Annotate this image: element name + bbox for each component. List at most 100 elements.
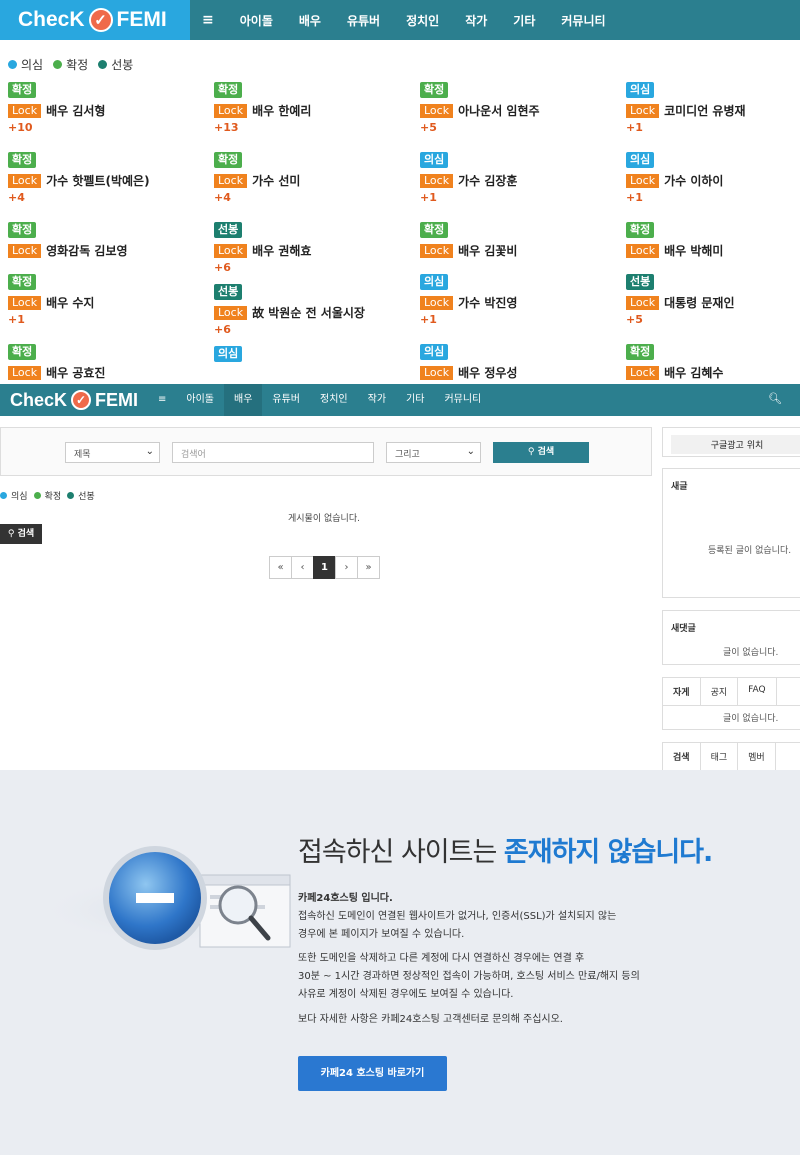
tab-members[interactable]: 멤버: [738, 743, 776, 770]
celebrity-name[interactable]: 배우 박해미: [664, 242, 723, 259]
celebrity-card[interactable]: 의심: [214, 342, 414, 362]
lock-tag: Lock: [8, 243, 42, 258]
widget-empty-message: 글이 없습니다.: [723, 714, 779, 724]
menu-icon[interactable]: ≡: [148, 384, 176, 416]
search-field-select[interactable]: 제목 ⌄: [65, 442, 160, 463]
menu-icon[interactable]: ≡: [202, 12, 214, 28]
search-toggle-label: 검색: [17, 529, 35, 539]
site-logo[interactable]: ChecK ✓ FEMI: [0, 0, 190, 40]
lock-tag: Lock: [626, 173, 660, 188]
card-title-row: Lock 배우 수지: [8, 294, 208, 311]
legend-label: 확정: [66, 58, 89, 72]
tab-faq[interactable]: FAQ: [738, 678, 777, 705]
celebrity-name[interactable]: 배우 김서형: [46, 102, 105, 119]
nav-writer[interactable]: 작가: [358, 384, 396, 416]
celebrity-card[interactable]: 확정 Lock 배우 김혜수: [626, 340, 800, 381]
nav-politician[interactable]: 정치인: [310, 384, 358, 416]
celebrity-name[interactable]: 배우 김꽃비: [458, 242, 517, 259]
nav-community[interactable]: 커뮤니티: [561, 12, 605, 29]
celebrity-name[interactable]: 배우 정우성: [458, 364, 517, 381]
pagination: « ‹ 1 › »: [269, 556, 380, 579]
celebrity-name[interactable]: 배우 권해효: [252, 242, 311, 259]
celebrity-card[interactable]: 선봉 Lock 배우 권해효 +6: [214, 218, 414, 274]
nav-actor[interactable]: 배우: [299, 12, 321, 29]
notice-title: 카페24호스팅 입니다.: [298, 893, 393, 904]
celebrity-name[interactable]: 코미디언 유병재: [664, 102, 745, 119]
celebrity-card[interactable]: 선봉 Lock 대통령 문재인 +5: [626, 270, 800, 326]
tab-free-board[interactable]: 자게: [663, 678, 701, 705]
cafe24-hosting-link-button[interactable]: 카페24 호스팅 바로가기: [298, 1056, 447, 1091]
nav-youtuber[interactable]: 유튜버: [262, 384, 310, 416]
card-title-row: Lock 가수 김장훈: [420, 172, 620, 189]
status-badge: 의심: [420, 344, 449, 360]
nav-actor[interactable]: 배우: [224, 384, 263, 416]
lock-tag: Lock: [8, 173, 42, 188]
celebrity-card[interactable]: 확정 Lock 배우 김서형 +10: [8, 78, 208, 134]
celebrity-name[interactable]: 배우 수지: [46, 294, 94, 311]
search-button[interactable]: ⚲ 검색: [493, 442, 589, 463]
search-icon[interactable]: 🔍︎: [768, 392, 782, 405]
celebrity-name[interactable]: 가수 핫펠트(박예은): [46, 172, 149, 189]
board-tabs: 자게 공지 FAQ: [663, 678, 800, 706]
celebrity-card[interactable]: 확정 Lock 배우 김꽃비: [420, 218, 620, 259]
celebrity-card[interactable]: 확정 Lock 영화감독 김보영: [8, 218, 208, 259]
celebrity-card[interactable]: 확정 Lock 가수 선미 +4: [214, 148, 414, 204]
celebrity-name[interactable]: 가수 이하이: [664, 172, 723, 189]
celebrity-card[interactable]: 의심 Lock 가수 김장훈 +1: [420, 148, 620, 204]
nav-writer[interactable]: 작가: [465, 12, 487, 29]
celebrity-card[interactable]: 확정 Lock 가수 핫펠트(박예은) +4: [8, 148, 208, 204]
first-page-button[interactable]: «: [269, 556, 292, 579]
celebrity-card[interactable]: 확정 Lock 배우 공효진: [8, 340, 208, 381]
celebrity-name[interactable]: 가수 선미: [252, 172, 300, 189]
vote-count: +1: [420, 191, 437, 204]
vote-count: +6: [214, 261, 231, 274]
search-input[interactable]: 검색어: [172, 442, 374, 463]
nav-politician[interactable]: 정치인: [406, 12, 439, 29]
celebrity-card[interactable]: 의심 Lock 가수 박진영 +1: [420, 270, 620, 326]
nav-youtuber[interactable]: 유튜버: [347, 12, 380, 29]
celebrity-name[interactable]: 대통령 문재인: [664, 294, 734, 311]
logo-text-right: FEMI: [116, 8, 167, 31]
search-toggle-button[interactable]: ⚲ 검색: [0, 524, 42, 544]
lock-tag: Lock: [626, 243, 660, 258]
celebrity-card[interactable]: 선봉 Lock 故 박원순 전 서울시장 +6: [214, 280, 414, 336]
celebrity-card[interactable]: 확정 Lock 배우 한예리 +13: [214, 78, 414, 134]
nav-idol[interactable]: 아이돌: [240, 12, 273, 29]
vote-count: +1: [626, 191, 643, 204]
tab-tags[interactable]: 태그: [701, 743, 739, 770]
celebrity-name[interactable]: 가수 김장훈: [458, 172, 517, 189]
celebrity-card[interactable]: 확정 Lock 배우 수지 +1: [8, 270, 208, 326]
tab-search[interactable]: 검색: [663, 743, 701, 770]
celebrity-name[interactable]: 가수 박진영: [458, 294, 517, 311]
site-logo[interactable]: ChecK ✓ FEMI: [10, 384, 138, 416]
celebrity-card[interactable]: 의심 Lock 코미디언 유병재 +1: [626, 78, 800, 134]
next-page-button[interactable]: ›: [335, 556, 358, 579]
nav-community[interactable]: 커뮤니티: [434, 384, 491, 416]
vote-count: +6: [214, 323, 231, 336]
nav-etc[interactable]: 기타: [513, 12, 535, 29]
lock-tag: Lock: [626, 295, 660, 310]
celebrity-card[interactable]: 확정 Lock 배우 박해미: [626, 218, 800, 259]
last-page-button[interactable]: »: [357, 556, 380, 579]
search-operator-select[interactable]: 그리고 ⌄: [386, 442, 481, 463]
tab-notice[interactable]: 공지: [701, 678, 739, 705]
nav-idol[interactable]: 아이돌: [176, 384, 224, 416]
logo-text-left: ChecK: [10, 389, 68, 410]
celebrity-name[interactable]: 배우 공효진: [46, 364, 105, 381]
celebrity-name[interactable]: 배우 한예리: [252, 102, 311, 119]
celebrity-card[interactable]: 의심 Lock 배우 정우성: [420, 340, 620, 381]
celebrity-card[interactable]: 의심 Lock 가수 이하이 +1: [626, 148, 800, 204]
celebrity-name[interactable]: 배우 김혜수: [664, 364, 723, 381]
card-title-row: Lock 영화감독 김보영: [8, 242, 208, 259]
page-1-button[interactable]: 1: [313, 556, 336, 579]
prev-page-button[interactable]: ‹: [291, 556, 314, 579]
celebrity-card[interactable]: 확정 Lock 아나운서 임현주 +5: [420, 78, 620, 134]
notice-line: 사유로 계정이 삭제된 경우에도 보여질 수 있습니다.: [298, 989, 514, 1000]
nav-etc[interactable]: 기타: [396, 384, 434, 416]
celebrity-name[interactable]: 아나운서 임현주: [458, 102, 539, 119]
celebrity-name[interactable]: 영화감독 김보영: [46, 242, 127, 259]
celebrity-name[interactable]: 故 박원순 전 서울시장: [252, 304, 365, 321]
vote-count: +5: [420, 121, 437, 134]
card-title-row: Lock 배우 정우성: [420, 364, 620, 381]
doubt-dot-icon: [8, 60, 17, 69]
